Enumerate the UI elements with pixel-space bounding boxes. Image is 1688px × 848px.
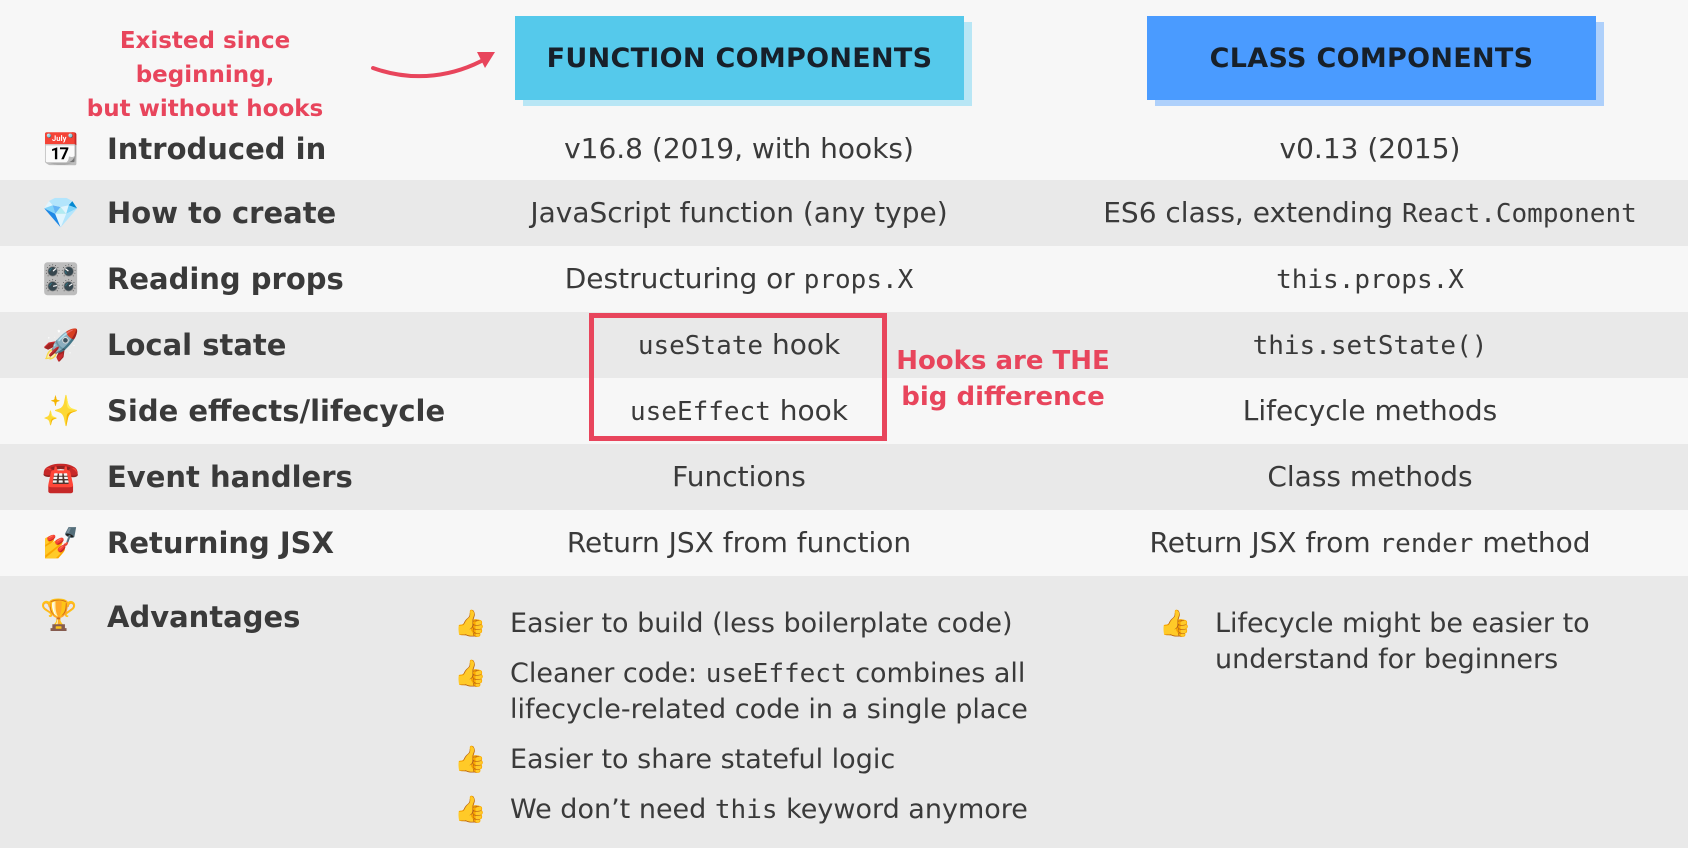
function-advantage-item-part: keyword anymore: [777, 794, 1028, 825]
class-cell-part: v0.13 (2015): [1279, 132, 1461, 165]
class-cell-part: this.props.X: [1276, 265, 1464, 295]
row-label: Event handlers: [107, 460, 353, 494]
function-cell: JavaScript function (any type): [470, 180, 1008, 246]
annotation-line-1: Existed since beginning,: [119, 28, 291, 88]
row-label: How to create: [107, 196, 337, 230]
class-advantages-list: 👍 Lifecycle might be easier to understand…: [1159, 606, 1639, 692]
hooks-note-line-2: big difference: [901, 382, 1105, 412]
function-cell-part: v16.8 (2019, with hooks): [564, 132, 914, 165]
class-cell-part: ES6 class, extending: [1103, 196, 1402, 229]
hooks-note: Hooks are THE big difference: [893, 343, 1113, 415]
function-cell: Return JSX from function: [470, 510, 1008, 576]
rocket-icon: 🚀: [42, 327, 80, 363]
table-row: 📆 Introduced in v16.8 (2019, with hooks) v0…: [0, 116, 1688, 182]
control-knobs-icon: 🎛️: [42, 261, 80, 297]
function-cell: Destructuring or props.X: [470, 246, 1008, 312]
function-advantage-item-part: Easier to build (less boilerplate code): [510, 608, 1013, 639]
class-components-header: CLASS COMPONENTS: [1147, 16, 1596, 100]
function-cell-part: Destructuring or: [564, 262, 804, 295]
row-label: Local state: [107, 328, 287, 362]
function-cell-part: Return JSX from function: [566, 526, 912, 559]
function-advantage-item-part: We don’t need: [510, 794, 715, 825]
hooks-note-line-1: Hooks are THE: [896, 346, 1110, 376]
thumbs-up-icon: 👍: [454, 609, 487, 639]
function-advantage-item: 👍 We don’t need this keyword anymore: [454, 792, 1054, 828]
class-cell: this.setState(): [1070, 312, 1670, 378]
class-cell: Lifecycle methods: [1070, 378, 1670, 444]
class-cell: this.props.X: [1070, 246, 1670, 312]
hooks-highlight-box: [589, 313, 887, 441]
function-advantage-item-part: this: [714, 795, 778, 825]
function-cell-part: props.X: [803, 265, 914, 295]
function-advantage-item-part: useEffect: [705, 659, 847, 689]
class-cell: v0.13 (2015): [1070, 116, 1670, 182]
gem-icon: 💎: [42, 195, 80, 231]
row-label: Returning JSX: [107, 526, 334, 560]
function-advantage-item: 👍 Easier to build (less boilerplate code): [454, 606, 1054, 642]
class-cell: ES6 class, extending React.Component: [1070, 180, 1670, 246]
thumbs-up-icon: 👍: [454, 795, 487, 825]
row-label: Introduced in: [107, 132, 327, 166]
telephone-icon: ☎️: [42, 459, 80, 495]
advantages-label: Advantages: [107, 600, 301, 634]
table-row: ☎️ Event handlers Functions Class methods: [0, 444, 1688, 510]
arrow-icon: [371, 52, 495, 79]
class-cell-part: render: [1379, 529, 1474, 559]
function-cell-part: JavaScript function (any type): [530, 196, 948, 229]
class-cell-part: React.Component: [1401, 199, 1637, 229]
function-cell: Functions: [470, 444, 1008, 510]
function-advantage-item-part: Cleaner code:: [510, 658, 706, 689]
function-advantages-list: 👍 Easier to build (less boilerplate code)…: [454, 606, 1054, 842]
function-advantage-item: 👍 Cleaner code: useEffect combines all li…: [454, 656, 1054, 728]
function-advantage-item: 👍 Easier to share stateful logic: [454, 742, 1054, 778]
table-row: 💎 How to create JavaScript function (any t…: [0, 180, 1688, 246]
function-cell-part: Functions: [672, 460, 806, 493]
class-cell-part: this.setState(): [1252, 331, 1488, 361]
class-cell: Class methods: [1070, 444, 1670, 510]
class-cell-part: Return JSX from: [1149, 526, 1380, 559]
sparkles-icon: ✨: [42, 393, 80, 429]
row-label: Side effects/lifecycle: [107, 394, 446, 428]
thumbs-up-icon: 👍: [454, 745, 487, 775]
class-advantage-item: 👍 Lifecycle might be easier to understand…: [1159, 606, 1639, 678]
class-cell-part: Class methods: [1267, 460, 1473, 493]
trophy-icon: 🏆: [40, 598, 78, 633]
class-cell: Return JSX from render method: [1070, 510, 1670, 576]
table-row: 💅 Returning JSX Return JSX from function Re…: [0, 510, 1688, 576]
nail-polish-icon: 💅: [42, 525, 80, 561]
class-cell-part: Lifecycle methods: [1242, 394, 1498, 427]
thumbs-up-icon: 👍: [1159, 609, 1192, 639]
thumbs-up-icon: 👍: [454, 659, 487, 689]
class-advantage-item-part: Lifecycle might be easier to understand …: [1215, 608, 1590, 675]
row-label: Reading props: [107, 262, 344, 296]
hooks-annotation: Existed since beginning, but without hoo…: [50, 24, 360, 126]
class-cell-part: method: [1473, 526, 1591, 559]
function-advantage-item-part: Easier to share stateful logic: [510, 744, 896, 775]
calendar-icon: 📆: [42, 131, 80, 167]
function-components-header: FUNCTION COMPONENTS: [515, 16, 964, 100]
function-cell: v16.8 (2019, with hooks): [470, 116, 1008, 182]
table-row: 🎛️ Reading props Destructuring or props.X t…: [0, 246, 1688, 312]
